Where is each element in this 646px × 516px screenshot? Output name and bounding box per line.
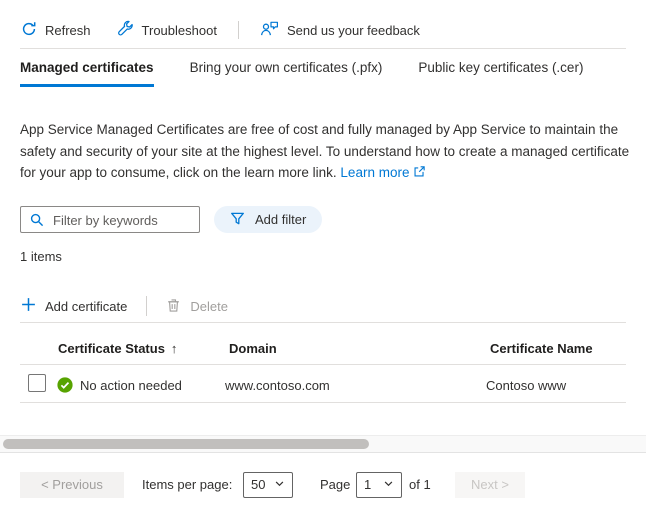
feedback-label: Send us your feedback (287, 23, 420, 38)
keyword-filter-box (20, 206, 200, 233)
items-per-page-select[interactable]: 50 (243, 472, 293, 498)
learn-more-link[interactable]: Learn more (340, 165, 426, 180)
table-row-divider (20, 402, 626, 403)
horizontal-scrollbar-thumb[interactable] (3, 439, 369, 449)
add-filter-button[interactable]: Add filter (214, 206, 322, 233)
refresh-label: Refresh (45, 23, 91, 38)
column-header-certificate-status[interactable]: Certificate Status↑ (58, 341, 177, 356)
column-header-certificate-name[interactable]: Certificate Name (490, 341, 593, 356)
next-page-button[interactable]: Next > (455, 472, 525, 498)
troubleshoot-button[interactable]: Troubleshoot (117, 20, 217, 40)
page-count-label: of 1 (409, 472, 431, 498)
command-bar-divider (146, 296, 147, 316)
refresh-button[interactable]: Refresh (21, 21, 91, 40)
cell-certificate-name: Contoso www (486, 378, 566, 393)
page-number-value: 1 (364, 472, 371, 498)
previous-page-button[interactable]: < Previous (20, 472, 124, 498)
page-label: Page (320, 472, 350, 498)
items-per-page-label: Items per page: (142, 472, 232, 498)
add-certificate-button[interactable]: Add certificate (21, 297, 127, 315)
feedback-button[interactable]: Send us your feedback (260, 20, 420, 40)
funnel-icon (230, 211, 245, 229)
feedback-icon (260, 20, 279, 40)
description-text: App Service Managed Certificates are fre… (20, 119, 630, 185)
cell-certificate-status: No action needed (80, 378, 182, 393)
cell-domain: www.contoso.com (225, 378, 330, 393)
search-icon (29, 212, 45, 231)
toolbar-divider (238, 21, 239, 39)
toolbar-bottom-divider (20, 48, 626, 49)
refresh-icon (21, 21, 37, 40)
items-count: 1 items (20, 249, 62, 264)
chevron-down-icon (383, 472, 394, 498)
command-toolbar: Refresh Troubleshoot Send us your feedba… (21, 17, 420, 43)
add-certificate-label: Add certificate (45, 299, 127, 314)
sort-ascending-icon: ↑ (171, 341, 178, 356)
plus-icon (21, 297, 36, 315)
row-checkbox[interactable] (28, 374, 46, 392)
external-link-icon (413, 163, 426, 185)
delete-label: Delete (190, 299, 228, 314)
column-header-domain[interactable]: Domain (229, 341, 277, 356)
items-per-page-value: 50 (251, 472, 265, 498)
trash-icon (166, 297, 181, 316)
managed-certificates-page: Refresh Troubleshoot Send us your feedba… (0, 0, 646, 516)
troubleshoot-label: Troubleshoot (142, 23, 217, 38)
tab-managed-certificates[interactable]: Managed certificates (20, 60, 154, 87)
table-command-bar: Add certificate Delete (21, 294, 228, 318)
description-body: App Service Managed Certificates are fre… (20, 122, 629, 180)
tab-bring-your-own-certificates[interactable]: Bring your own certificates (.pfx) (190, 60, 383, 87)
page-number-select[interactable]: 1 (356, 472, 402, 498)
tab-public-key-certificates[interactable]: Public key certificates (.cer) (418, 60, 583, 87)
filter-keywords-input[interactable] (51, 207, 199, 234)
command-bar-divider-line (20, 322, 626, 323)
table-header-divider (20, 364, 626, 365)
delete-button[interactable]: Delete (166, 297, 228, 316)
add-filter-label: Add filter (255, 212, 306, 227)
chevron-down-icon (274, 472, 285, 498)
horizontal-scrollbar[interactable] (0, 435, 646, 453)
certificates-tab-bar: Managed certificates Bring your own cert… (20, 60, 583, 87)
wrench-icon (117, 20, 134, 40)
success-check-icon (57, 377, 73, 393)
